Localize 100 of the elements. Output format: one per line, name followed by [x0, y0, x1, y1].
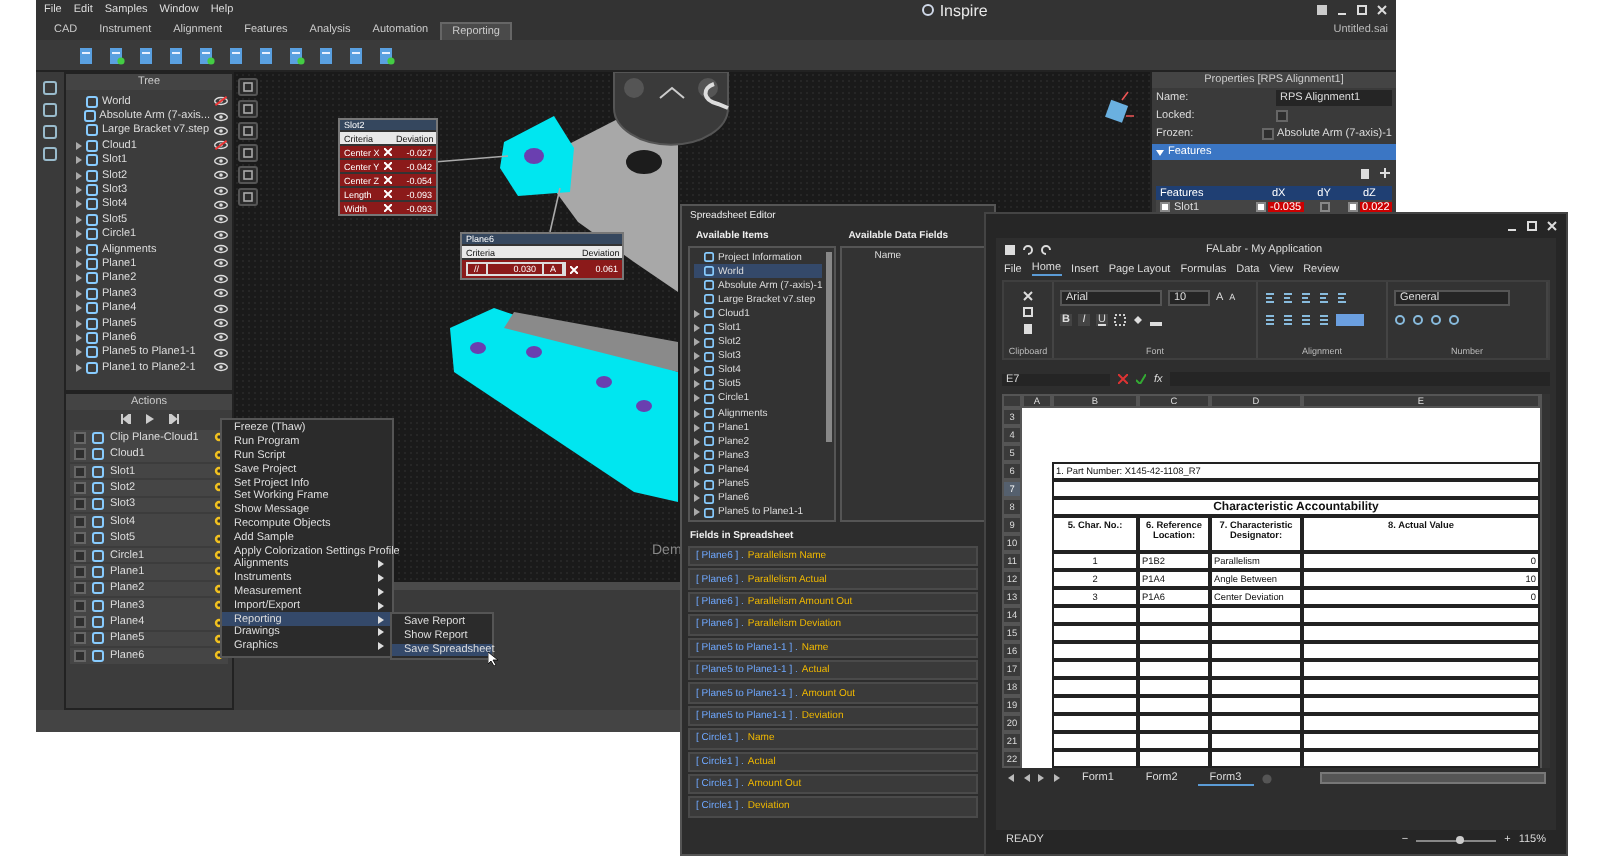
expand-arrow-icon[interactable]: [694, 423, 700, 432]
checkbox[interactable]: [1160, 202, 1170, 212]
checkbox[interactable]: [74, 565, 86, 578]
eye-icon[interactable]: [214, 273, 228, 284]
eye-icon[interactable]: [214, 170, 228, 181]
expand-arrow-icon[interactable]: [694, 437, 700, 446]
expand-arrow-icon[interactable]: [74, 348, 82, 357]
checkbox[interactable]: [74, 632, 86, 645]
align-icon[interactable]: [1300, 291, 1312, 303]
checkbox[interactable]: [74, 515, 86, 528]
checkbox[interactable]: [74, 498, 86, 511]
skip-forward-icon[interactable]: [167, 414, 179, 424]
checkbox[interactable]: [74, 649, 86, 662]
play-icon[interactable]: [143, 414, 155, 424]
expand-arrow-icon[interactable]: [74, 363, 82, 372]
align-icon[interactable]: [1264, 291, 1276, 303]
checkbox[interactable]: [74, 481, 86, 494]
checkbox[interactable]: [74, 532, 86, 545]
document-icon[interactable]: [166, 45, 186, 65]
copy-icon[interactable]: [1022, 306, 1034, 318]
borders-icon[interactable]: [1114, 313, 1126, 325]
checkbox[interactable]: [74, 431, 86, 444]
align-icon[interactable]: [1300, 313, 1312, 325]
checkbox[interactable]: [74, 549, 86, 562]
expand-arrow-icon[interactable]: [694, 480, 700, 489]
expand-arrow-icon[interactable]: [694, 394, 700, 403]
document-icon[interactable]: [376, 45, 396, 65]
checkbox[interactable]: [74, 599, 86, 612]
checkbox[interactable]: [1348, 202, 1359, 212]
expand-arrow-icon[interactable]: [694, 380, 700, 389]
align-icon[interactable]: [1264, 313, 1276, 325]
cancel-icon[interactable]: [1118, 374, 1128, 384]
expand-arrow-icon[interactable]: [74, 171, 82, 180]
align-icon[interactable]: [1318, 313, 1330, 325]
expand-arrow-icon[interactable]: [694, 465, 700, 474]
eye-icon[interactable]: [214, 155, 228, 166]
eye-icon[interactable]: [214, 347, 228, 358]
close-icon[interactable]: [1546, 220, 1558, 232]
eye-icon[interactable]: [214, 303, 228, 314]
expand-arrow-icon[interactable]: [694, 309, 700, 318]
expand-arrow-icon[interactable]: [694, 508, 700, 517]
align-icon[interactable]: [1336, 291, 1348, 303]
maximize-icon[interactable]: [1526, 220, 1538, 232]
undo-icon[interactable]: [1022, 243, 1034, 255]
align-icon[interactable]: [1282, 291, 1294, 303]
eye-icon[interactable]: [214, 362, 228, 373]
checkbox[interactable]: [74, 448, 86, 461]
expand-arrow-icon[interactable]: [694, 366, 700, 375]
redo-icon[interactable]: [1040, 243, 1052, 255]
fill-color-icon[interactable]: [1132, 313, 1144, 325]
scrollbar[interactable]: [1319, 772, 1546, 784]
eye-icon[interactable]: [214, 258, 228, 269]
expand-arrow-icon[interactable]: [694, 409, 700, 418]
scrollbar[interactable]: [1540, 394, 1550, 768]
expand-arrow-icon[interactable]: [74, 141, 82, 150]
navigation-control-drawing[interactable]: [613, 72, 729, 146]
eye-icon[interactable]: [214, 185, 228, 196]
trash-icon[interactable]: [1358, 166, 1372, 180]
expand-arrow-icon[interactable]: [74, 333, 82, 342]
checkbox[interactable]: [1261, 128, 1274, 140]
scrollbar[interactable]: [826, 252, 833, 442]
expand-arrow-icon[interactable]: [694, 338, 700, 347]
expand-arrow-icon[interactable]: [694, 352, 700, 361]
maximize-icon[interactable]: [1356, 4, 1368, 16]
expand-arrow-icon[interactable]: [74, 274, 82, 283]
expand-arrow-icon[interactable]: [694, 324, 700, 333]
expand-arrow-icon[interactable]: [74, 186, 82, 195]
eye-icon[interactable]: [214, 318, 228, 329]
checkbox[interactable]: [1256, 202, 1266, 212]
expand-arrow-icon[interactable]: [74, 304, 82, 313]
hidden-eye-icon[interactable]: [214, 96, 228, 107]
checkbox[interactable]: [74, 465, 86, 478]
axis-cube-icon[interactable]: [1105, 91, 1135, 123]
align-icon[interactable]: [1318, 291, 1330, 303]
document-icon[interactable]: [196, 45, 216, 65]
checkbox[interactable]: [1276, 110, 1288, 122]
expand-arrow-icon[interactable]: [74, 259, 82, 268]
skip-back-icon[interactable]: [119, 414, 131, 424]
eye-icon[interactable]: [214, 244, 228, 255]
eye-icon[interactable]: [214, 288, 228, 299]
add-icon[interactable]: [1378, 166, 1392, 180]
paste-icon[interactable]: [1022, 322, 1034, 334]
close-icon[interactable]: [1376, 4, 1388, 16]
confirm-icon[interactable]: [1136, 374, 1146, 384]
expand-arrow-icon[interactable]: [74, 215, 82, 224]
hidden-eye-icon[interactable]: [214, 140, 228, 151]
expand-arrow-icon[interactable]: [74, 245, 82, 254]
save-icon[interactable]: [1316, 4, 1328, 16]
document-icon[interactable]: [76, 45, 96, 65]
merge-dropdown[interactable]: [1336, 313, 1364, 325]
expand-arrow-icon[interactable]: [74, 319, 82, 328]
eye-icon[interactable]: [214, 332, 228, 343]
eye-icon[interactable]: [214, 125, 228, 136]
eye-icon[interactable]: [214, 199, 228, 210]
expand-arrow-icon[interactable]: [74, 230, 82, 239]
expand-arrow-icon[interactable]: [74, 156, 82, 165]
checkbox[interactable]: [74, 616, 86, 629]
checkbox[interactable]: [74, 582, 86, 595]
expand-arrow-icon[interactable]: [694, 494, 700, 503]
expand-arrow-icon[interactable]: [74, 289, 82, 298]
